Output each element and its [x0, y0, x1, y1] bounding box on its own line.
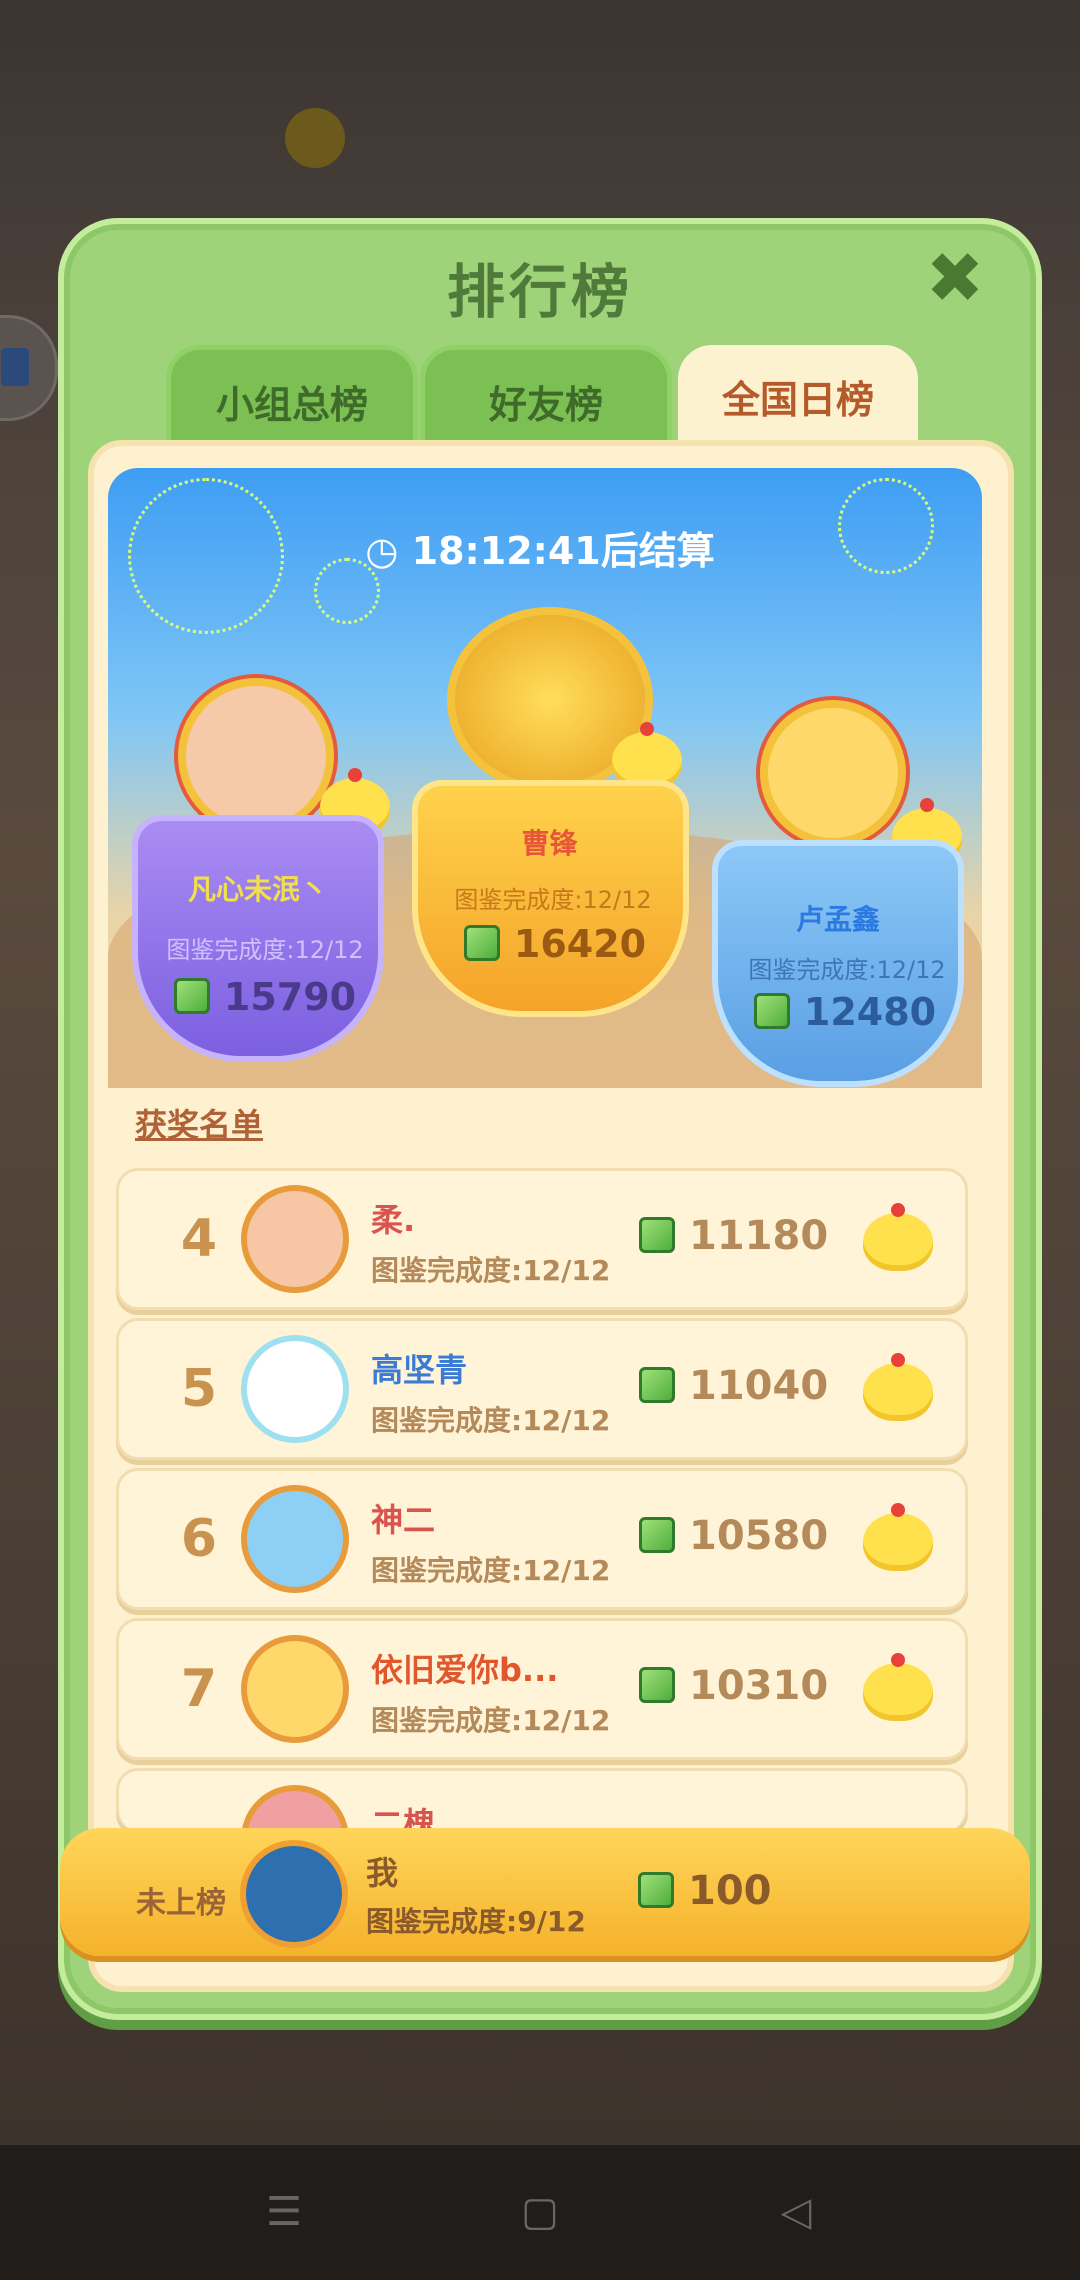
podium-score-1: 16420: [440, 922, 670, 966]
my-score: 100: [638, 1868, 772, 1914]
avatar-rank-2: [178, 678, 334, 834]
my-rank-label: 未上榜: [136, 1886, 226, 1921]
avatar: [241, 1785, 349, 1831]
timer-time: 18:12:41: [411, 529, 601, 573]
collection-progress: 图鉴完成度:12/12: [371, 1404, 611, 1437]
blurred-coin-icon: [285, 108, 345, 168]
cube-icon: [639, 1667, 675, 1703]
player-name: 二槐: [371, 1805, 436, 1831]
chick-icon: [863, 1653, 933, 1721]
podium-name-1: 曹锋: [521, 827, 578, 860]
collection-progress: 图鉴完成度:12/12: [371, 1254, 611, 1287]
cube-icon: [639, 1517, 675, 1553]
cube-icon: [639, 1217, 675, 1253]
cube-icon: [638, 1872, 674, 1908]
cube-icon: [753, 993, 790, 1029]
avatar-rank-3: [760, 700, 906, 846]
score: 11040: [639, 1363, 828, 1409]
podium-progress-3: 图鉴完成度:12/12: [748, 956, 946, 984]
podium-score-3: 12480: [730, 990, 960, 1034]
home-square-icon[interactable]: ▢: [518, 2190, 562, 2234]
menu-icon[interactable]: ☰: [262, 2190, 306, 2234]
tab-national-daily[interactable]: 全国日榜: [678, 345, 918, 445]
cube-icon: [463, 925, 500, 961]
settlement-timer: ◷ 18:12:41后结算: [0, 520, 1080, 575]
close-icon[interactable]: ✖: [922, 243, 988, 314]
podium-name-2: 凡心未泯丶: [187, 873, 328, 906]
player-name: 神二: [371, 1501, 436, 1539]
cube-icon: [639, 1367, 675, 1403]
clock-icon: ◷: [365, 529, 399, 573]
my-progress: 图鉴完成度:9/12: [366, 1905, 586, 1938]
collection-progress: 图鉴完成度:12/12: [371, 1704, 611, 1737]
chick-icon: [863, 1203, 933, 1271]
dialog-title: 排行榜: [446, 258, 633, 326]
bookmark-icon: [1, 348, 29, 386]
score: 10580: [639, 1513, 828, 1559]
ranking-row[interactable]: 7 依旧爱你b... 图鉴完成度:12/12 10310: [116, 1618, 968, 1760]
chick-icon: [863, 1353, 933, 1421]
rank-number: 6: [180, 1509, 218, 1569]
avatar[interactable]: [241, 1335, 349, 1443]
podium-name-3: 卢孟鑫: [795, 903, 880, 936]
avatar[interactable]: [241, 1485, 349, 1593]
player-name: 柔.: [371, 1201, 416, 1239]
podium-progress-1: 图鉴完成度:12/12: [454, 886, 652, 914]
ranking-row[interactable]: 6 神二 图鉴完成度:12/12 10580: [116, 1468, 968, 1610]
blurred-top-bar: [0, 95, 1080, 175]
rank-number: 5: [180, 1359, 218, 1419]
player-name: 高坚青: [371, 1351, 468, 1389]
rank-number: 7: [180, 1659, 218, 1719]
my-rank-bar: 未上榜 我 图鉴完成度:9/12 100: [60, 1828, 1030, 1956]
podium-progress-2: 图鉴完成度:12/12: [166, 936, 364, 964]
avatar[interactable]: [241, 1185, 349, 1293]
score: 11180: [639, 1213, 828, 1259]
player-name: 依旧爱你b...: [371, 1651, 559, 1689]
my-avatar[interactable]: [240, 1840, 348, 1948]
podium-score-2: 15790: [150, 975, 380, 1019]
score: 10310: [639, 1663, 828, 1709]
rank-number: 4: [180, 1209, 218, 1269]
avatar[interactable]: [241, 1635, 349, 1743]
cube-icon: [173, 978, 210, 1014]
back-triangle-icon[interactable]: ◁: [774, 2190, 818, 2234]
tab-friends[interactable]: 好友榜: [420, 345, 672, 450]
timer-suffix: 后结算: [600, 529, 715, 573]
tab-group-total[interactable]: 小组总榜: [166, 345, 418, 450]
chick-icon: [863, 1503, 933, 1571]
winners-list-title: 获奖名单: [135, 1106, 264, 1144]
my-name: 我: [366, 1854, 399, 1892]
ranking-row[interactable]: 4 柔. 图鉴完成度:12/12 11180: [116, 1168, 968, 1310]
collection-progress: 图鉴完成度:12/12: [371, 1554, 611, 1587]
ranking-row[interactable]: 5 高坚青 图鉴完成度:12/12 11040: [116, 1318, 968, 1460]
ranking-row-partial[interactable]: 二槐: [116, 1768, 968, 1831]
